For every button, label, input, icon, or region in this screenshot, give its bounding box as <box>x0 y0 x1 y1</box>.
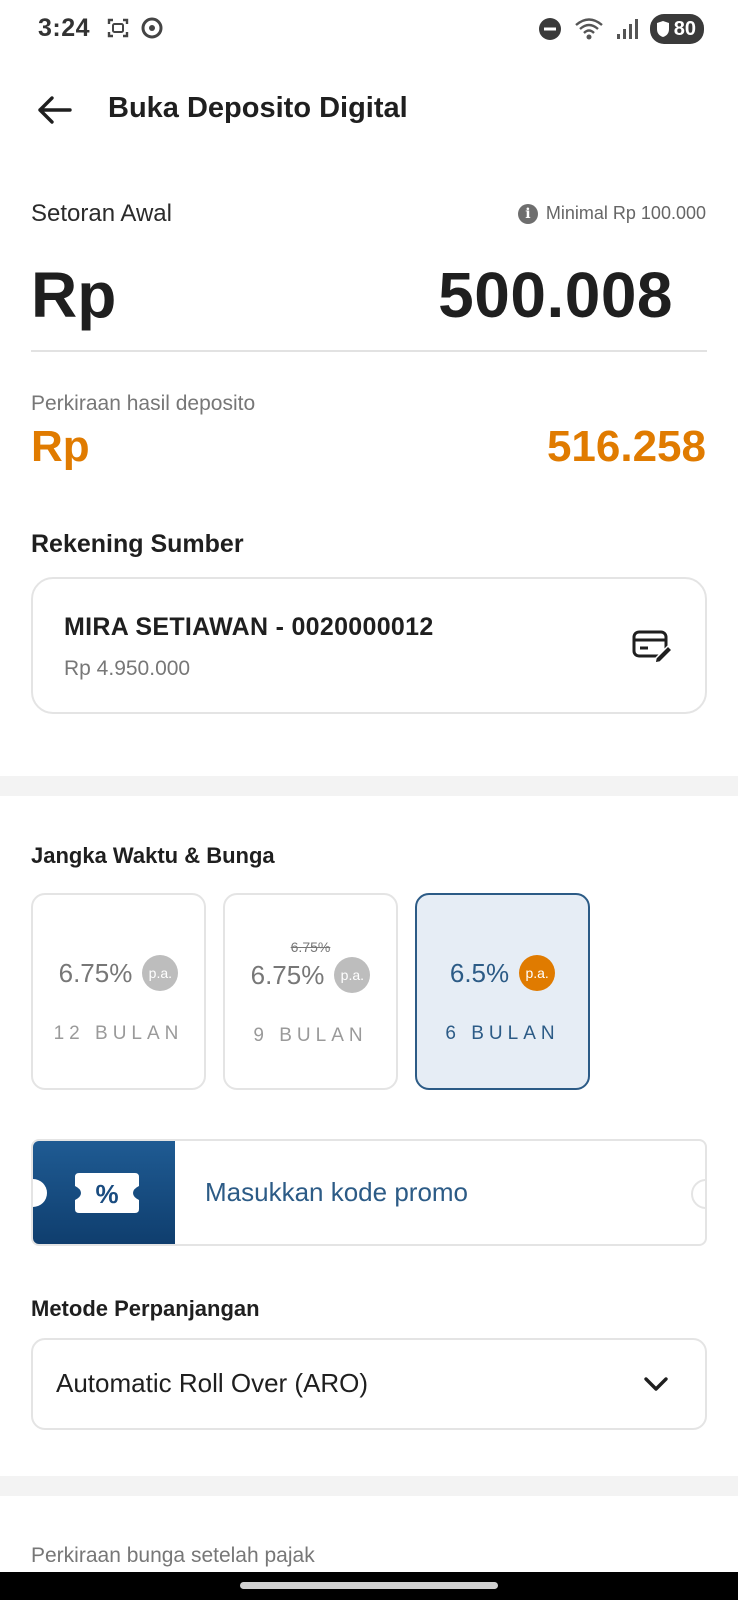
term-old-rate: 6.75% <box>290 939 331 955</box>
estimate-amount: 516.258 <box>546 422 706 471</box>
term-period: 6 BULAN <box>445 1023 560 1044</box>
signal-icon <box>616 19 638 39</box>
chevron-down-icon <box>644 1377 668 1391</box>
pa-badge: p.a. <box>519 955 556 991</box>
renewal-method-select[interactable]: Automatic Roll Over (ARO) <box>31 1338 707 1430</box>
deposit-amount-input[interactable]: Rp 500.008 <box>31 252 707 352</box>
promo-code-input[interactable]: % Masukkan kode promo <box>31 1139 707 1246</box>
app-bar: Buka Deposito Digital <box>0 72 738 148</box>
section-divider <box>0 776 738 796</box>
promo-placeholder: Masukkan kode promo <box>205 1177 469 1207</box>
arrow-left-icon <box>38 96 72 124</box>
pa-badge: p.a. <box>142 955 179 991</box>
term-rate-row: 6.75% p.a. <box>225 957 396 993</box>
source-account-card[interactable]: MIRA SETIAWAN - 0020000012 Rp 4.950.000 <box>31 577 707 714</box>
status-bar: 3:24 80 <box>0 0 738 62</box>
term-rate: 6.5% <box>449 957 510 988</box>
term-rate-row: 6.5% p.a. <box>417 955 588 991</box>
term-period: 12 BULAN <box>53 1023 184 1044</box>
term-option-12-months[interactable]: 6.75% p.a. 12 BULAN <box>31 893 206 1090</box>
account-balance: Rp 4.950.000 <box>64 657 191 680</box>
term-option-6-months[interactable]: 6.5% p.a. 6 BULAN <box>415 893 590 1090</box>
renewal-method-label: Metode Perpanjangan <box>31 1296 260 1321</box>
term-period: 9 BULAN <box>253 1025 368 1046</box>
app-notification-icon <box>141 17 163 39</box>
discount-ticket-icon: % <box>75 1173 139 1213</box>
screenshot-icon <box>107 18 129 38</box>
term-rate-row: 6.75% p.a. <box>33 955 204 991</box>
status-system-icons: 80 <box>538 14 704 44</box>
promo-ticket-panel: % <box>33 1141 175 1244</box>
back-button[interactable] <box>30 86 78 134</box>
term-rate: 6.75% <box>58 957 133 988</box>
term-section-label: Jangka Waktu & Bunga <box>31 843 275 868</box>
interest-after-tax-label: Perkiraan bunga setelah pajak <box>31 1544 315 1567</box>
minimum-note-text: Minimal Rp 100.000 <box>545 203 706 223</box>
account-name: MIRA SETIAWAN - 0020000012 <box>64 613 434 641</box>
edit-card-icon[interactable] <box>631 625 673 667</box>
promo-notch <box>33 1179 47 1207</box>
term-option-9-months[interactable]: 6.75% 6.75% p.a. 9 BULAN <box>223 893 398 1090</box>
wifi-icon <box>574 18 603 40</box>
navigation-bar <box>0 1572 738 1600</box>
info-icon: i <box>517 203 538 224</box>
pa-badge: p.a. <box>334 957 371 993</box>
battery-level: 80 <box>673 17 696 40</box>
deposit-currency: Rp <box>31 259 117 331</box>
do-not-disturb-icon <box>538 18 561 40</box>
source-account-label: Rekening Sumber <box>31 530 244 558</box>
home-gesture-handle[interactable] <box>240 1582 498 1589</box>
estimate-label: Perkiraan hasil deposito <box>31 392 256 415</box>
minimum-note: i Minimal Rp 100.000 <box>517 203 706 224</box>
term-rate: 6.75% <box>250 959 325 990</box>
renewal-method-value: Automatic Roll Over (ARO) <box>56 1368 369 1398</box>
battery-shield-icon <box>656 21 669 37</box>
promo-icon-symbol: % <box>95 1179 118 1209</box>
battery-indicator: 80 <box>649 14 704 44</box>
page-title: Buka Deposito Digital <box>108 92 408 124</box>
section-divider <box>0 1476 738 1496</box>
deposit-amount-value: 500.008 <box>438 259 673 331</box>
promo-notch <box>691 1179 705 1209</box>
status-time: 3:24 <box>38 14 91 42</box>
estimate-currency: Rp <box>31 422 90 471</box>
status-notification-icons <box>106 16 164 40</box>
deposit-label: Setoran Awal <box>31 200 172 227</box>
